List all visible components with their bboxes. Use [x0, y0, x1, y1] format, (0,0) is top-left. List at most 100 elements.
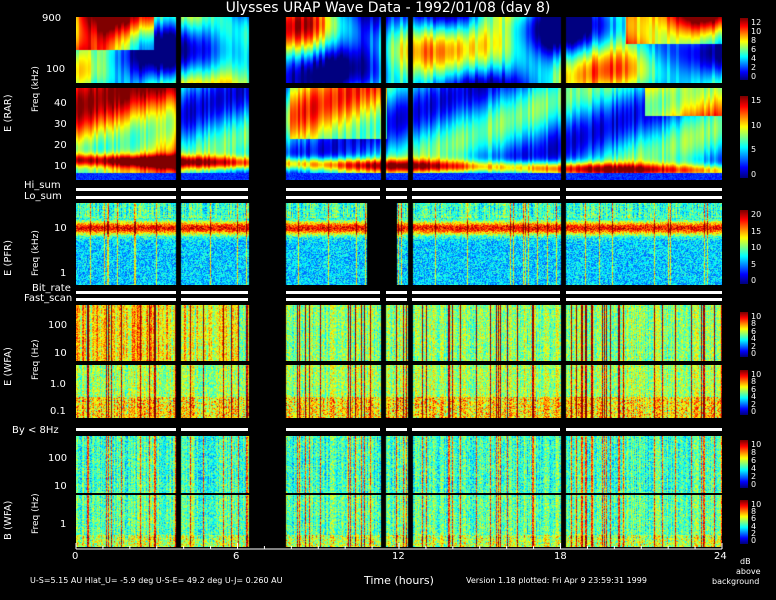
fast-scan-label: Fast_scan: [24, 293, 73, 304]
db-note-2: background: [712, 577, 760, 586]
db-note-1: above: [736, 567, 761, 576]
strip-hi-sum-segment-0: [76, 188, 176, 191]
version-info: Version 1.18 plotted: Fri Apr 9 23:59:31…: [466, 576, 647, 585]
xtick-label-18: 18: [554, 551, 567, 562]
rar-freq-label: Freq (kHz): [31, 66, 41, 112]
pfr-freq-label: Freq (kHz): [31, 230, 41, 276]
ytick-wfa-e-high-1: 10: [54, 348, 67, 359]
strip-lo-sum-segment-1: [180, 196, 249, 199]
strip-by-8hz-segment-4: [412, 428, 561, 431]
strip-lo-sum-segment-3: [385, 196, 408, 199]
heatmap-wfa-b-high: [76, 436, 722, 493]
colorbar-wfa-e-high: [740, 312, 748, 357]
colorbar-labels-wfa-b-low: 10 8 6 4 2 0: [751, 500, 773, 545]
heatmap-rar-low: [76, 88, 722, 180]
strip-fast-scan-segment-3: [385, 298, 408, 301]
xtick-label-0: 0: [72, 551, 79, 562]
colorbar-wfa-e-low-canvas: [740, 370, 748, 415]
heatmap-wfa-b-high-canvas: [76, 436, 722, 493]
colorbar-tick-rar-low-1: 10: [751, 120, 762, 130]
heatmap-wfa-e-high-canvas: [76, 305, 722, 361]
colorbar-wfa-b-low-canvas: [740, 500, 748, 544]
colorbar-tick-wfa-e-high-5: 0: [751, 349, 757, 358]
strip-by-8hz-segment-2: [285, 428, 381, 431]
colorbar-tick-wfa-e-low-5: 0: [751, 407, 757, 416]
colorbar-tick-pfr-2: 10: [751, 243, 762, 252]
strip-fast-scan-segment-1: [180, 298, 249, 301]
colorbar-tick-pfr-1: 15: [751, 226, 762, 236]
colorbar-wfa-b-low: [740, 500, 748, 544]
ytick-rar-low-1: 30: [54, 119, 67, 130]
ytick-rar-low-2: 20: [54, 140, 67, 151]
strip-bit-rate-segment-4: [412, 291, 561, 294]
x-axis-label: Time (hours): [364, 574, 434, 587]
ytick-wfa-b-high-0: 100: [48, 453, 68, 464]
ytick-pfr-0: 10: [54, 223, 67, 234]
colorbar-pfr-canvas: [740, 210, 748, 284]
strip-hi-sum-segment-1: [180, 188, 249, 191]
colorbar-tick-pfr-4: 0: [751, 276, 757, 285]
strip-bit-rate: [76, 291, 722, 294]
colorbar-tick-rar-low-0: 15: [751, 96, 762, 105]
strip-hi-sum: [76, 188, 722, 191]
colorbar-rar-low-canvas: [740, 96, 748, 178]
strip-hi-sum-segment-2: [285, 188, 381, 191]
xtick-label-24: 24: [714, 551, 727, 562]
strip-bit-rate-segment-0: [76, 291, 176, 294]
ytick-rar-high-0: 900: [42, 13, 62, 24]
colorbar-tick-pfr-0: 20: [751, 210, 762, 219]
colorbar-rar-low: [740, 96, 748, 178]
ytick-wfa-e-low-1: 0.1: [50, 406, 66, 417]
colorbar-tick-wfa-b-low-5: 0: [751, 536, 757, 545]
colorbar-labels-wfa-e-high: 10 8 6 4 2 0: [751, 312, 773, 358]
colorbar-tick-rar-low-2: 5: [751, 145, 757, 155]
colorbar-labels-rar-high: 12 10 8 6 4 2 0: [751, 18, 773, 81]
strip-lo-sum-segment-0: [76, 196, 176, 199]
strip-lo-sum: [76, 196, 722, 199]
strip-fast-scan-segment-5: [565, 298, 722, 301]
ytick-pfr-1: 1: [60, 268, 67, 279]
strip-fast-scan-segment-4: [412, 298, 561, 301]
heatmap-pfr-canvas: [76, 203, 722, 285]
chart-title: Ulysses URAP Wave Data - 1992/01/08 (day…: [225, 0, 551, 16]
strip-by-8hz: [76, 428, 722, 431]
strip-fast-scan-segment-2: [285, 298, 381, 301]
db-note-0: dB: [740, 557, 751, 566]
colorbar-labels-wfa-b-high: 10 8 6 4 2 0: [751, 440, 773, 489]
strip-fast-scan-segment-0: [76, 298, 176, 301]
strip-hi-sum-segment-4: [412, 188, 561, 191]
rar-group-label: E (RAR): [3, 94, 14, 132]
heatmap-wfa-e-high: [76, 305, 722, 361]
heatmap-rar-low-canvas: [76, 88, 722, 180]
wfa-b-group-label: B (WFA): [3, 500, 14, 540]
strip-by-8hz-segment-3: [385, 428, 408, 431]
ephemeris-info: U-S=5.15 AU Hlat_U= -5.9 deg U-S-E= 49.2…: [30, 576, 283, 585]
heatmap-wfa-e-low-canvas: [76, 365, 722, 418]
strip-bit-rate-segment-1: [180, 291, 249, 294]
strip-hi-sum-segment-3: [385, 188, 408, 191]
pfr-group-label: E (PFR): [3, 239, 14, 276]
colorbar-wfa-b-high: [740, 440, 748, 488]
colorbar-rar-high-canvas: [740, 18, 748, 80]
colorbar-rar-high: [740, 18, 748, 80]
colorbar-wfa-e-high-canvas: [740, 312, 748, 357]
ytick-wfa-e-low-0: 1.0: [50, 379, 66, 390]
colorbar-tick-rar-high-4: 4: [751, 54, 757, 63]
lo-sum-label: Lo_sum: [24, 191, 62, 202]
colorbar-tick-rar-low-3: 0: [751, 170, 757, 179]
colorbar-pfr: [740, 210, 748, 284]
strip-by-8hz-segment-0: [76, 428, 176, 431]
heatmap-wfa-b-low: [76, 495, 722, 547]
colorbar-labels-rar-low: 15 10 5 0: [751, 96, 773, 179]
heatmap-wfa-b-low-canvas: [76, 495, 722, 547]
strip-by-8hz-segment-5: [565, 428, 722, 431]
ytick-wfa-b-low-0: 1: [60, 519, 67, 530]
ytick-rar-high-1: 100: [46, 64, 66, 75]
colorbar-tick-rar-high-6: 0: [751, 72, 757, 81]
colorbar-labels-pfr: 20 15 10 5 0: [751, 210, 773, 285]
colorbar-tick-rar-high-1: 10: [751, 27, 762, 36]
strip-lo-sum-segment-5: [565, 196, 722, 199]
wfa-e-group-label: E (WFA): [3, 347, 14, 386]
xtick-label-12: 12: [392, 551, 405, 562]
colorbar-tick-rar-high-0: 12: [751, 18, 762, 27]
